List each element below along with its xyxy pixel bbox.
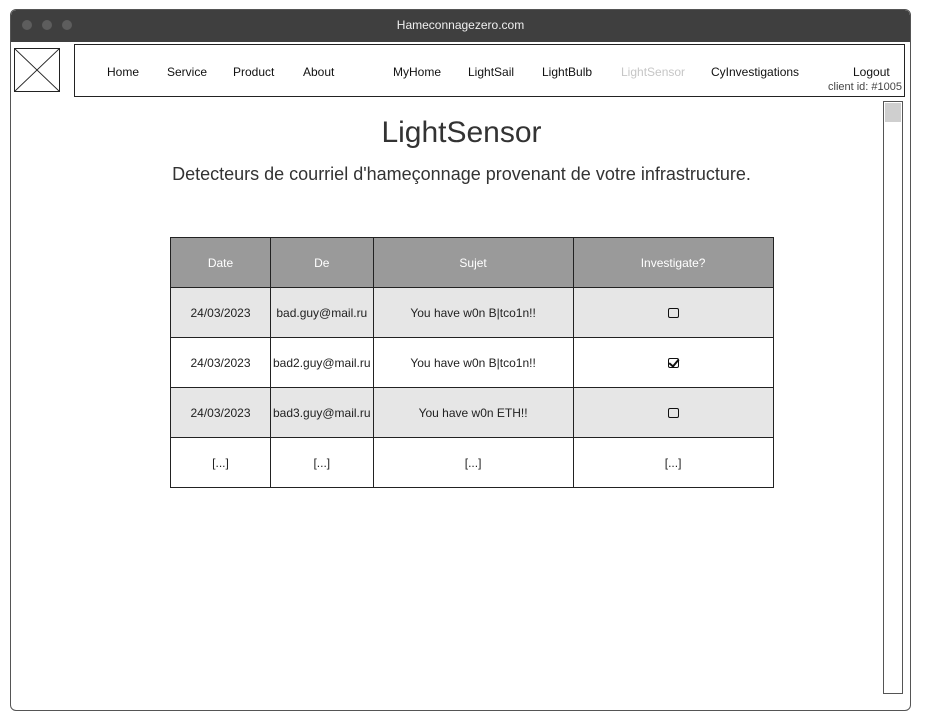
column-header-from: De (270, 237, 374, 288)
cell-date: 24/03/2023 (170, 387, 271, 438)
vertical-scrollbar[interactable] (883, 101, 903, 694)
page-title: LightSensor (381, 116, 542, 149)
investigate-checkbox[interactable] (667, 408, 679, 419)
table-row: 24/03/2023 bad3.guy@mail.ru You have w0n… (170, 387, 774, 438)
cell-subject: [...] (372, 437, 574, 488)
nav-item-home[interactable]: Home (107, 65, 139, 79)
client-id-label: client id: #1005 (828, 81, 902, 93)
nav-item-lightsensor: LightSensor (621, 65, 686, 79)
table-row: 24/03/2023 bad2.guy@mail.ru You have w0n… (170, 337, 774, 388)
cell-date: 24/03/2023 (170, 337, 271, 388)
window-title: Hameconnagezero.com (396, 18, 525, 32)
cell-investigate: [...] (572, 437, 774, 488)
table-row: [...] [...] [...] [...] (170, 437, 774, 488)
nav-item-lightbulb[interactable]: LightBulb (542, 65, 592, 79)
cell-from: bad3.guy@mail.ru (270, 387, 374, 438)
column-header-investigate: Investigate? (572, 237, 774, 288)
nav-item-cyinvestigations[interactable]: CyInvestigations (711, 65, 799, 79)
nav-item-logout[interactable]: Logout (853, 65, 890, 79)
top-navigation: Home Service Product About MyHome LightS… (74, 44, 905, 97)
browser-window: Hameconnagezero.com Home Service Product… (10, 9, 911, 711)
investigate-checkbox[interactable] (667, 308, 679, 319)
cell-from: bad2.guy@mail.ru (270, 337, 374, 388)
cell-subject: You have w0n ETH!! (372, 387, 574, 438)
cell-subject: You have w0n B|tco1n!! (372, 287, 574, 338)
cell-from: bad.guy@mail.ru (270, 287, 374, 338)
cell-date: 24/03/2023 (170, 287, 271, 338)
nav-item-service[interactable]: Service (167, 65, 207, 79)
cell-subject: You have w0n B|tco1n!! (372, 337, 574, 388)
cell-from: [...] (270, 437, 374, 488)
logo-placeholder-icon[interactable] (14, 48, 60, 92)
page-subtitle: Detecteurs de courriel d'hameçonnage pro… (172, 164, 751, 184)
cell-date: [...] (170, 437, 271, 488)
table-row: 24/03/2023 bad.guy@mail.ru You have w0n … (170, 287, 774, 338)
column-header-subject: Sujet (372, 237, 574, 288)
column-header-date: Date (170, 237, 271, 288)
title-bar: Hameconnagezero.com (11, 10, 910, 42)
nav-item-lightsail[interactable]: LightSail (468, 65, 514, 79)
cell-investigate (572, 387, 774, 438)
cell-investigate (572, 287, 774, 338)
cell-investigate (572, 337, 774, 388)
nav-item-about[interactable]: About (303, 65, 334, 79)
phishing-emails-table: Date De Sujet Investigate? 24/03/2023 ba… (170, 237, 774, 488)
investigate-checkbox[interactable] (667, 358, 679, 369)
table-header-row: Date De Sujet Investigate? (170, 237, 774, 288)
nav-item-product[interactable]: Product (233, 65, 274, 79)
nav-item-myhome[interactable]: MyHome (393, 65, 441, 79)
